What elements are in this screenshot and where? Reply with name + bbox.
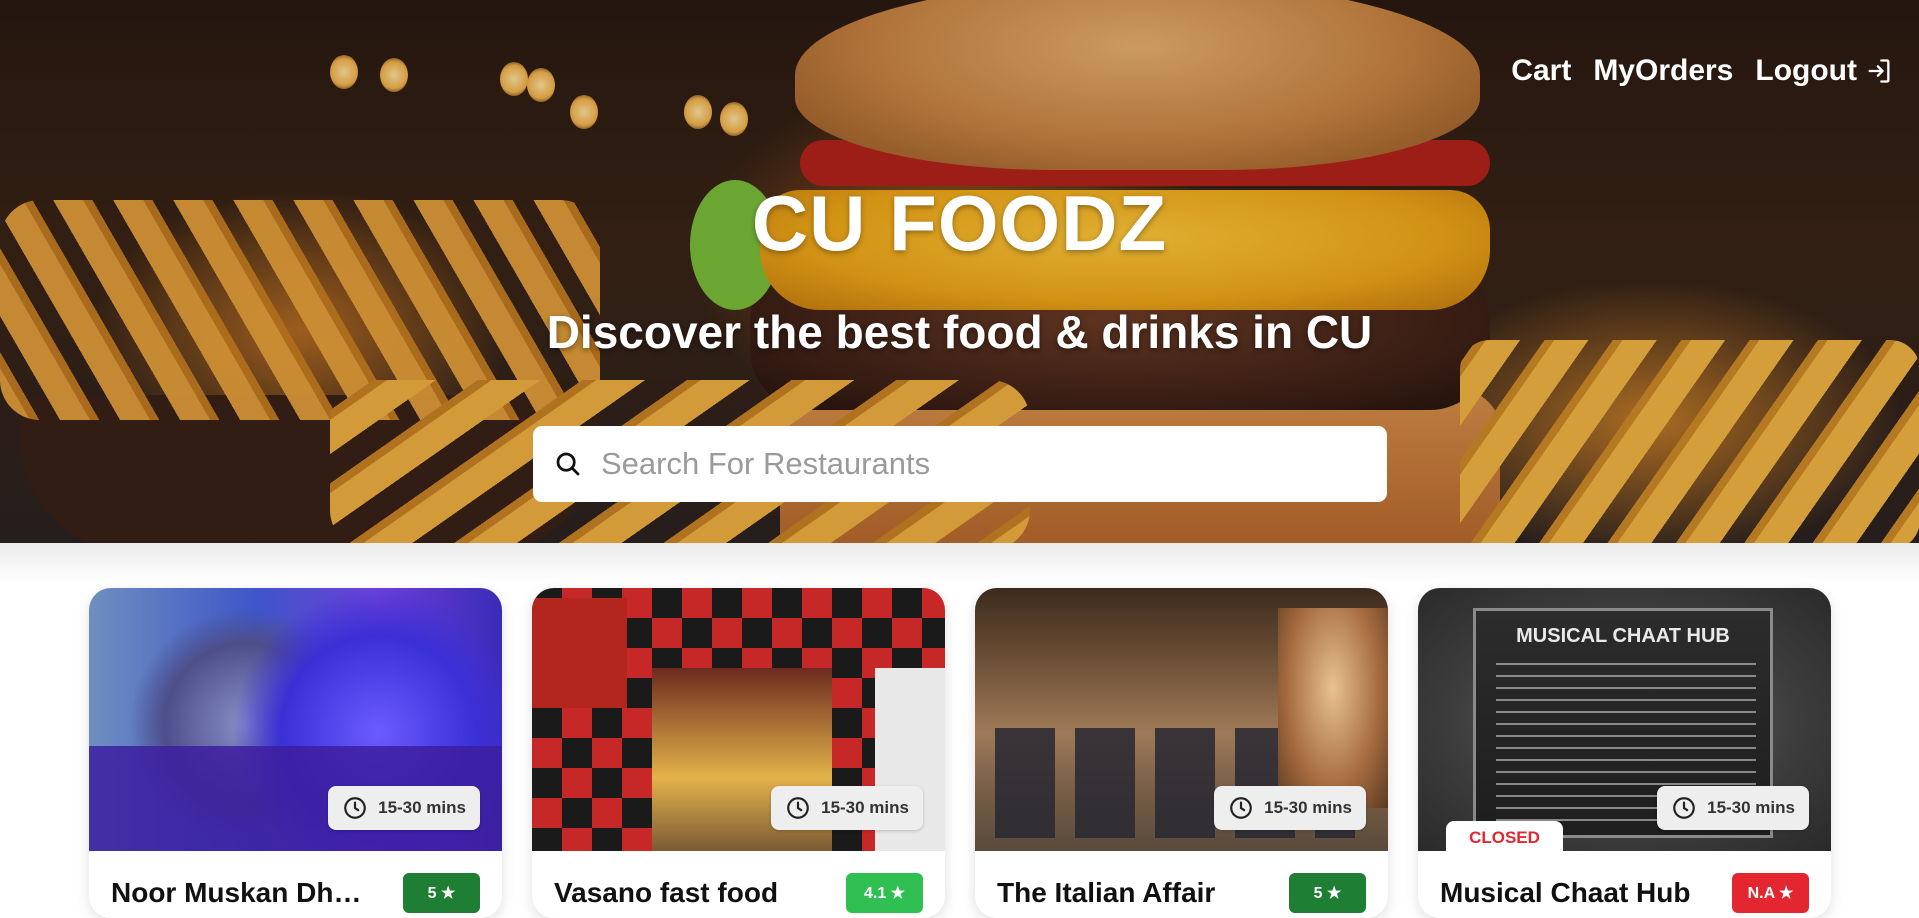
delivery-time-badge: 15-30 mins — [1214, 786, 1366, 830]
image-sign — [532, 598, 627, 708]
clock-icon — [1230, 797, 1252, 819]
image-board-title: MUSICAL CHAAT HUB — [1516, 625, 1730, 647]
restaurant-name: Noor Muskan Dh… — [111, 877, 362, 908]
restaurant-name: The Italian Affair — [997, 877, 1216, 908]
rating-badge: 5 ★ — [1289, 873, 1366, 913]
top-nav: Cart MyOrders Logout — [1511, 54, 1893, 88]
rating-badge: 4.1 ★ — [846, 873, 923, 913]
clock-icon — [1673, 797, 1695, 819]
search-bar[interactable] — [533, 426, 1387, 502]
restaurant-card[interactable]: 15-30 mins Noor Muskan Dh… 5 ★ — [89, 588, 502, 918]
hero-tagline: Discover the best food & drinks in CU — [546, 306, 1373, 358]
search-icon — [556, 452, 580, 476]
clock-icon — [344, 797, 366, 819]
my-orders-link[interactable]: MyOrders — [1593, 54, 1733, 88]
logout-label: Logout — [1755, 54, 1857, 87]
clock-icon — [787, 797, 809, 819]
cart-label: Cart — [1511, 54, 1572, 87]
delivery-time-badge: 15-30 mins — [328, 786, 480, 830]
brand-title: CU FOODZ — [751, 179, 1168, 267]
restaurant-name: Musical Chaat Hub — [1440, 877, 1691, 908]
closed-badge: CLOSED — [1446, 821, 1563, 855]
restaurant-name: Vasano fast food — [554, 877, 779, 908]
delivery-time-text: 15-30 mins — [1707, 798, 1795, 817]
rating-badge: 5 ★ — [403, 873, 480, 913]
hero-shadow-band — [0, 543, 1919, 583]
image-wall-art — [1278, 608, 1388, 808]
search-input[interactable] — [601, 446, 1361, 482]
delivery-time-badge: 15-30 mins — [771, 786, 923, 830]
restaurant-card[interactable]: MUSICAL CHAAT HUB 15-30 mins CLOSED Musi… — [1418, 588, 1831, 918]
delivery-time-text: 15-30 mins — [378, 798, 466, 817]
logout-icon — [1868, 59, 1890, 83]
my-orders-label: MyOrders — [1593, 54, 1734, 87]
restaurant-grid: 15-30 mins Noor Muskan Dh… 5 ★ 15-30 min… — [89, 588, 1831, 918]
delivery-time-badge: 15-30 mins — [1657, 786, 1809, 830]
logout-link[interactable]: Logout — [1755, 54, 1893, 88]
hero-banner: Cart MyOrders Logout CU FOODZ Discover t… — [0, 0, 1919, 543]
restaurant-card[interactable]: 15-30 mins The Italian Affair 5 ★ — [975, 588, 1388, 918]
restaurant-card[interactable]: 15-30 mins Vasano fast food 4.1 ★ — [532, 588, 945, 918]
cart-link[interactable]: Cart — [1511, 54, 1571, 88]
rating-badge: N.A ★ — [1732, 873, 1809, 913]
delivery-time-text: 15-30 mins — [1264, 798, 1352, 817]
delivery-time-text: 15-30 mins — [821, 798, 909, 817]
